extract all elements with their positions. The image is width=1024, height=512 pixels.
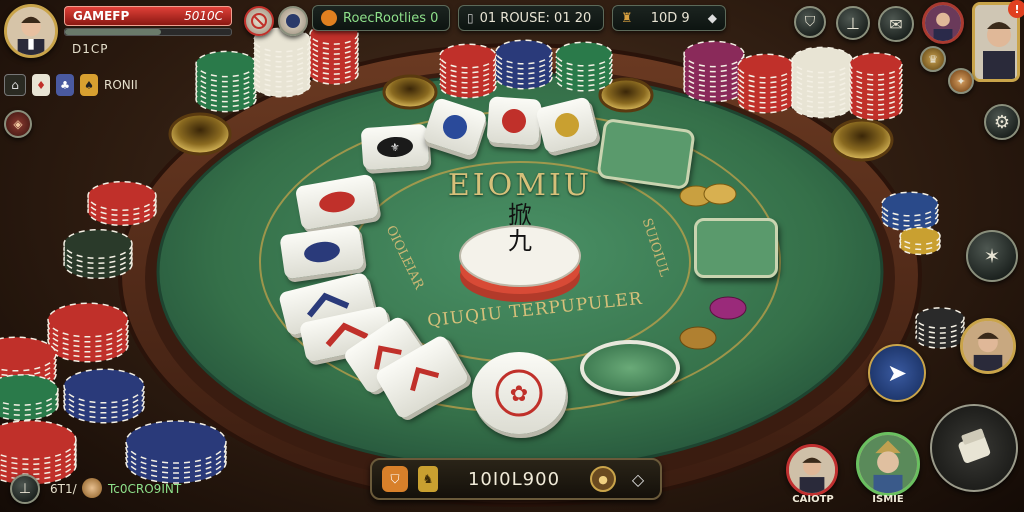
bottom-left-text: Tc0CRO9INT bbox=[108, 482, 182, 496]
chip-label: RONII bbox=[104, 78, 138, 92]
svg-text:⚜: ⚜ bbox=[390, 141, 401, 155]
xp-bar-fill bbox=[65, 29, 162, 35]
opponent-avatar-small[interactable] bbox=[922, 2, 964, 44]
center-value-text: 01 ROUSE: 01 20 bbox=[479, 10, 592, 26]
player-sub: D1CP bbox=[72, 42, 109, 56]
token-icon[interactable] bbox=[82, 478, 102, 498]
action-button[interactable] bbox=[930, 404, 1018, 492]
seat-avatar-1[interactable] bbox=[786, 444, 838, 496]
menu-icon[interactable]: ⌂ bbox=[4, 74, 26, 96]
seat-caption-2: ISMIE bbox=[872, 494, 904, 505]
diamond-icon[interactable]: ◈ bbox=[4, 110, 32, 138]
chevron-icon[interactable]: ◇ bbox=[626, 467, 650, 491]
emote-icon[interactable]: ✶ bbox=[966, 230, 1018, 282]
player-name: GAMEFP bbox=[73, 9, 130, 23]
pot-bar: ⛉ ♞ 10I0L900 ● ◇ bbox=[370, 458, 662, 500]
gift-small-icon[interactable]: ✦ bbox=[948, 68, 974, 94]
gold-coins bbox=[679, 183, 737, 207]
alert-badge-icon[interactable]: ! bbox=[1008, 0, 1024, 18]
purple-chip bbox=[709, 296, 747, 320]
center-value-pill[interactable]: ▯ 01 ROUSE: 01 20 bbox=[458, 5, 604, 31]
card-icon[interactable]: ♣ bbox=[56, 74, 74, 96]
gift-icon: ♜ bbox=[621, 10, 633, 26]
chevron-icon: ◆ bbox=[707, 11, 717, 25]
green-chip[interactable] bbox=[580, 340, 680, 396]
settings-gear-icon[interactable]: ⚙ bbox=[984, 104, 1020, 140]
seat-avatar-2[interactable] bbox=[856, 432, 920, 496]
table-tile[interactable] bbox=[486, 96, 542, 146]
center-tile-pile[interactable]: 掀 九 bbox=[458, 198, 582, 308]
card-icon[interactable]: ♞ bbox=[418, 466, 438, 492]
shield-icon[interactable]: ⛉ bbox=[794, 6, 826, 38]
opponent-avatar-right[interactable] bbox=[960, 318, 1016, 374]
coin-icon[interactable]: ● bbox=[590, 466, 616, 492]
trophy-icon[interactable]: ♛ bbox=[920, 46, 946, 72]
card-icon[interactable]: ♦ bbox=[32, 74, 50, 96]
lock-icon: ▯ bbox=[467, 11, 474, 25]
bronze-coin bbox=[679, 326, 717, 350]
center-tile-glyph: 掀 九 bbox=[508, 201, 532, 255]
table-chip-large[interactable]: ✿ bbox=[472, 352, 566, 434]
green-plaque[interactable] bbox=[694, 218, 778, 278]
right-value-pill[interactable]: ♜ 10D 9 ◆ bbox=[612, 5, 726, 31]
shield-icon[interactable]: ⛉ bbox=[382, 466, 408, 492]
up-arrow-icon[interactable]: ⊥ bbox=[10, 474, 40, 504]
no-tools-icon[interactable] bbox=[244, 6, 274, 36]
xp-bar bbox=[64, 28, 232, 36]
player-name-bar: GAMEFP 5010C bbox=[64, 6, 232, 26]
notices-text: RoecRootlies 0 bbox=[343, 10, 439, 26]
table-tile[interactable]: ⚜ bbox=[360, 123, 430, 171]
notices-pill[interactable]: RoecRootlies 0 bbox=[312, 5, 450, 31]
pot-value: 10I0L900 bbox=[467, 468, 561, 490]
chip-icon[interactable] bbox=[278, 6, 308, 36]
bottom-left-code: 6T1/ bbox=[50, 482, 77, 496]
left-icon-row: ⌂ ♦ ♣ ♠ RONII bbox=[4, 74, 138, 96]
plane-icon[interactable]: ➤ bbox=[868, 344, 926, 402]
svg-text:✿: ✿ bbox=[510, 382, 528, 407]
right-value-text: 10D 9 bbox=[650, 10, 690, 26]
player-avatar[interactable] bbox=[4, 4, 58, 58]
player-score: 5010C bbox=[184, 9, 223, 23]
seat-caption-1: CAIOTP bbox=[792, 494, 834, 505]
bell-icon[interactable]: ⊥ bbox=[836, 6, 870, 40]
card-icon[interactable]: ♠ bbox=[80, 74, 98, 96]
game-scene: EIOMIU QIUQIU TERPUPULER OIOLEIAR SUIOIU… bbox=[0, 0, 1024, 512]
chat-icon[interactable]: ✉ bbox=[878, 6, 914, 42]
coin-icon bbox=[321, 10, 337, 26]
